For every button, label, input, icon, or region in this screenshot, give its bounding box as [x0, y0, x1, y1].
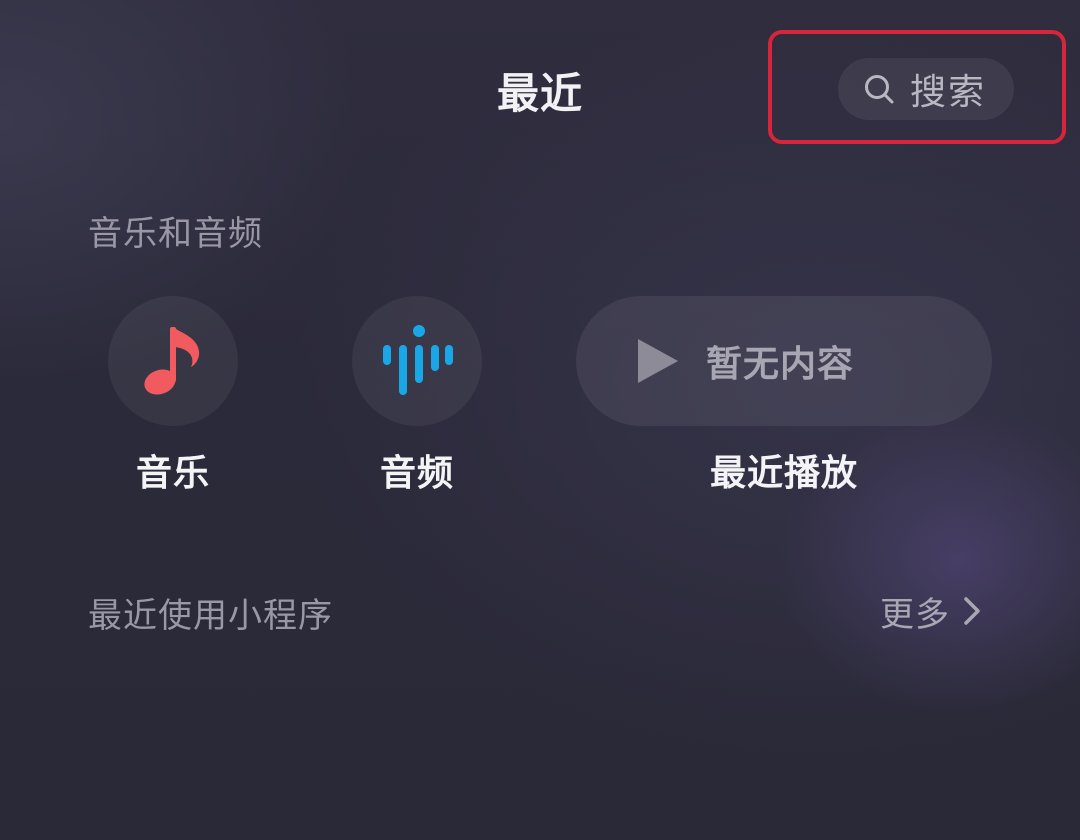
recent-play-button[interactable]: 暂无内容 [576, 296, 992, 426]
audio-label: 音频 [379, 453, 454, 494]
empty-state-text: 暂无内容 [706, 344, 855, 385]
audio-button[interactable] [352, 296, 482, 426]
recent-play-label: 最近播放 [709, 453, 858, 494]
music-label: 音乐 [135, 453, 210, 494]
play-icon [638, 339, 678, 383]
music-button[interactable] [108, 296, 238, 426]
more-button[interactable]: 更多 [880, 586, 982, 636]
search-icon [865, 75, 894, 104]
search-label: 搜索 [910, 72, 987, 113]
section-title-music-audio: 音乐和音频 [88, 214, 263, 254]
audio-wave-icon [383, 325, 453, 395]
search-button[interactable]: 搜索 [838, 58, 1014, 120]
section-title-mini-programs: 最近使用小程序 [88, 596, 333, 636]
chevron-right-icon [964, 597, 980, 625]
more-label: 更多 [880, 594, 950, 635]
music-note-icon [144, 327, 200, 395]
